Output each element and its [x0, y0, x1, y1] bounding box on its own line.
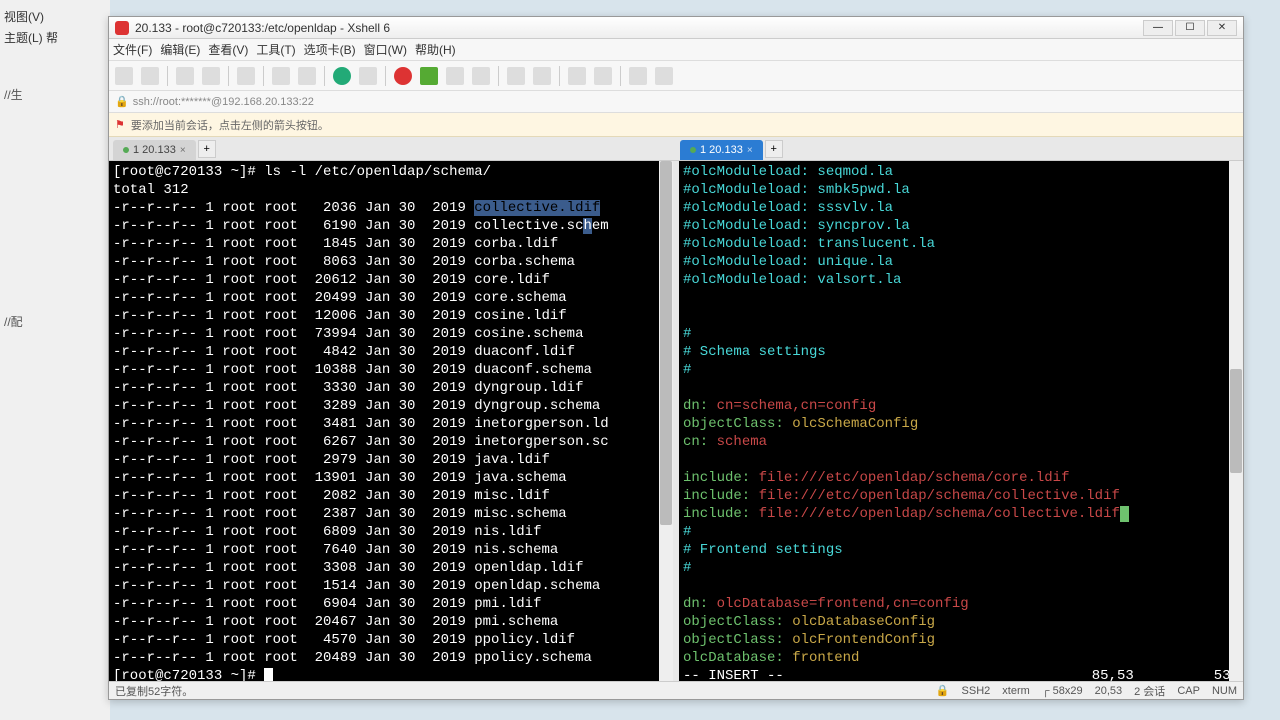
- app-icon: [115, 21, 129, 35]
- terminal-right[interactable]: #olcModuleload: seqmod.la#olcModuleload:…: [679, 161, 1243, 681]
- open-icon[interactable]: [141, 67, 159, 85]
- terminal-left[interactable]: [root@c720133 ~]# ls -l /etc/openldap/sc…: [109, 161, 679, 681]
- close-button[interactable]: ✕: [1207, 20, 1237, 36]
- reconnect-icon[interactable]: [176, 67, 194, 85]
- status-sessions: 2 会话: [1134, 683, 1165, 699]
- hint-text: 要添加当前会话，点击左侧的箭头按钮。: [131, 117, 329, 133]
- status-bar: 已复制52字符。 🔒 SSH2 xterm ┌ 58x29 20,53 2 会话…: [109, 681, 1243, 699]
- flag-icon: ⚑: [115, 118, 125, 131]
- address-text: ssh://root:*******@192.168.20.133:22: [133, 96, 314, 108]
- status-ssh: SSH2: [962, 685, 991, 697]
- tab-left[interactable]: 1 20.133 ×: [113, 140, 196, 160]
- disconnect-icon[interactable]: [202, 67, 220, 85]
- menu-item[interactable]: 编辑(E): [160, 41, 200, 58]
- close-tab-icon[interactable]: ×: [747, 145, 753, 156]
- lock-icon: 🔒: [936, 684, 950, 697]
- fullscreen-icon[interactable]: [446, 67, 464, 85]
- status-dot-icon: [690, 147, 696, 153]
- scrollbar[interactable]: [659, 161, 673, 681]
- address-bar[interactable]: 🔒 ssh://root:*******@192.168.20.133:22: [109, 91, 1243, 113]
- status-ip: 20,53: [1095, 685, 1123, 697]
- tab-right[interactable]: 1 20.133 ×: [680, 140, 763, 160]
- menu-item[interactable]: 窗口(W): [364, 41, 407, 58]
- hint-bar: ⚑ 要添加当前会话，点击左侧的箭头按钮。: [109, 113, 1243, 137]
- tab-strip: 1 20.133 × + 1 20.133 × +: [109, 137, 1243, 161]
- status-message: 已复制52字符。: [115, 683, 193, 699]
- toolbar: [109, 61, 1243, 91]
- help-icon[interactable]: [629, 67, 647, 85]
- status-cap: CAP: [1177, 685, 1200, 697]
- close-tab-icon[interactable]: ×: [180, 145, 186, 156]
- play-icon[interactable]: [420, 67, 438, 85]
- record-icon[interactable]: [394, 67, 412, 85]
- menu-item[interactable]: 查看(V): [208, 41, 248, 58]
- minimize-button[interactable]: —: [1143, 20, 1173, 36]
- xshell-window: 20.133 - root@c720133:/etc/openldap - Xs…: [108, 16, 1244, 700]
- layout-icon[interactable]: [594, 67, 612, 85]
- chat-icon[interactable]: [655, 67, 673, 85]
- font-icon[interactable]: [359, 67, 377, 85]
- transfer-icon[interactable]: [507, 67, 525, 85]
- new-tab-button[interactable]: +: [765, 140, 783, 158]
- menu-item[interactable]: 帮助(H): [415, 41, 456, 58]
- status-num: NUM: [1212, 685, 1237, 697]
- status-term: xterm: [1002, 685, 1030, 697]
- new-icon[interactable]: [115, 67, 133, 85]
- status-size: ┌ 58x29: [1042, 685, 1083, 697]
- window-title: 20.133 - root@c720133:/etc/openldap - Xs…: [135, 21, 1143, 35]
- menu-item[interactable]: 选项卡(B): [304, 41, 356, 58]
- menubar: 文件(F) 编辑(E) 查看(V) 工具(T) 选项卡(B) 窗口(W) 帮助(H): [109, 39, 1243, 61]
- copy-icon[interactable]: [237, 67, 255, 85]
- find-icon[interactable]: [272, 67, 290, 85]
- new-tab-button[interactable]: +: [198, 140, 216, 158]
- color-icon[interactable]: [333, 67, 351, 85]
- scrollbar[interactable]: [1229, 161, 1243, 681]
- tile-icon[interactable]: [568, 67, 586, 85]
- lock-icon: 🔒: [115, 95, 129, 108]
- maximize-button[interactable]: ☐: [1175, 20, 1205, 36]
- edit-icon[interactable]: [533, 67, 551, 85]
- lock-icon[interactable]: [472, 67, 490, 85]
- background-editor: 视图(V) 主题(L) 帮 //生 //配: [0, 0, 110, 720]
- menu-item[interactable]: 工具(T): [256, 41, 295, 58]
- status-dot-icon: [123, 147, 129, 153]
- paste-icon[interactable]: [298, 67, 316, 85]
- menu-item[interactable]: 文件(F): [113, 41, 152, 58]
- titlebar[interactable]: 20.133 - root@c720133:/etc/openldap - Xs…: [109, 17, 1243, 39]
